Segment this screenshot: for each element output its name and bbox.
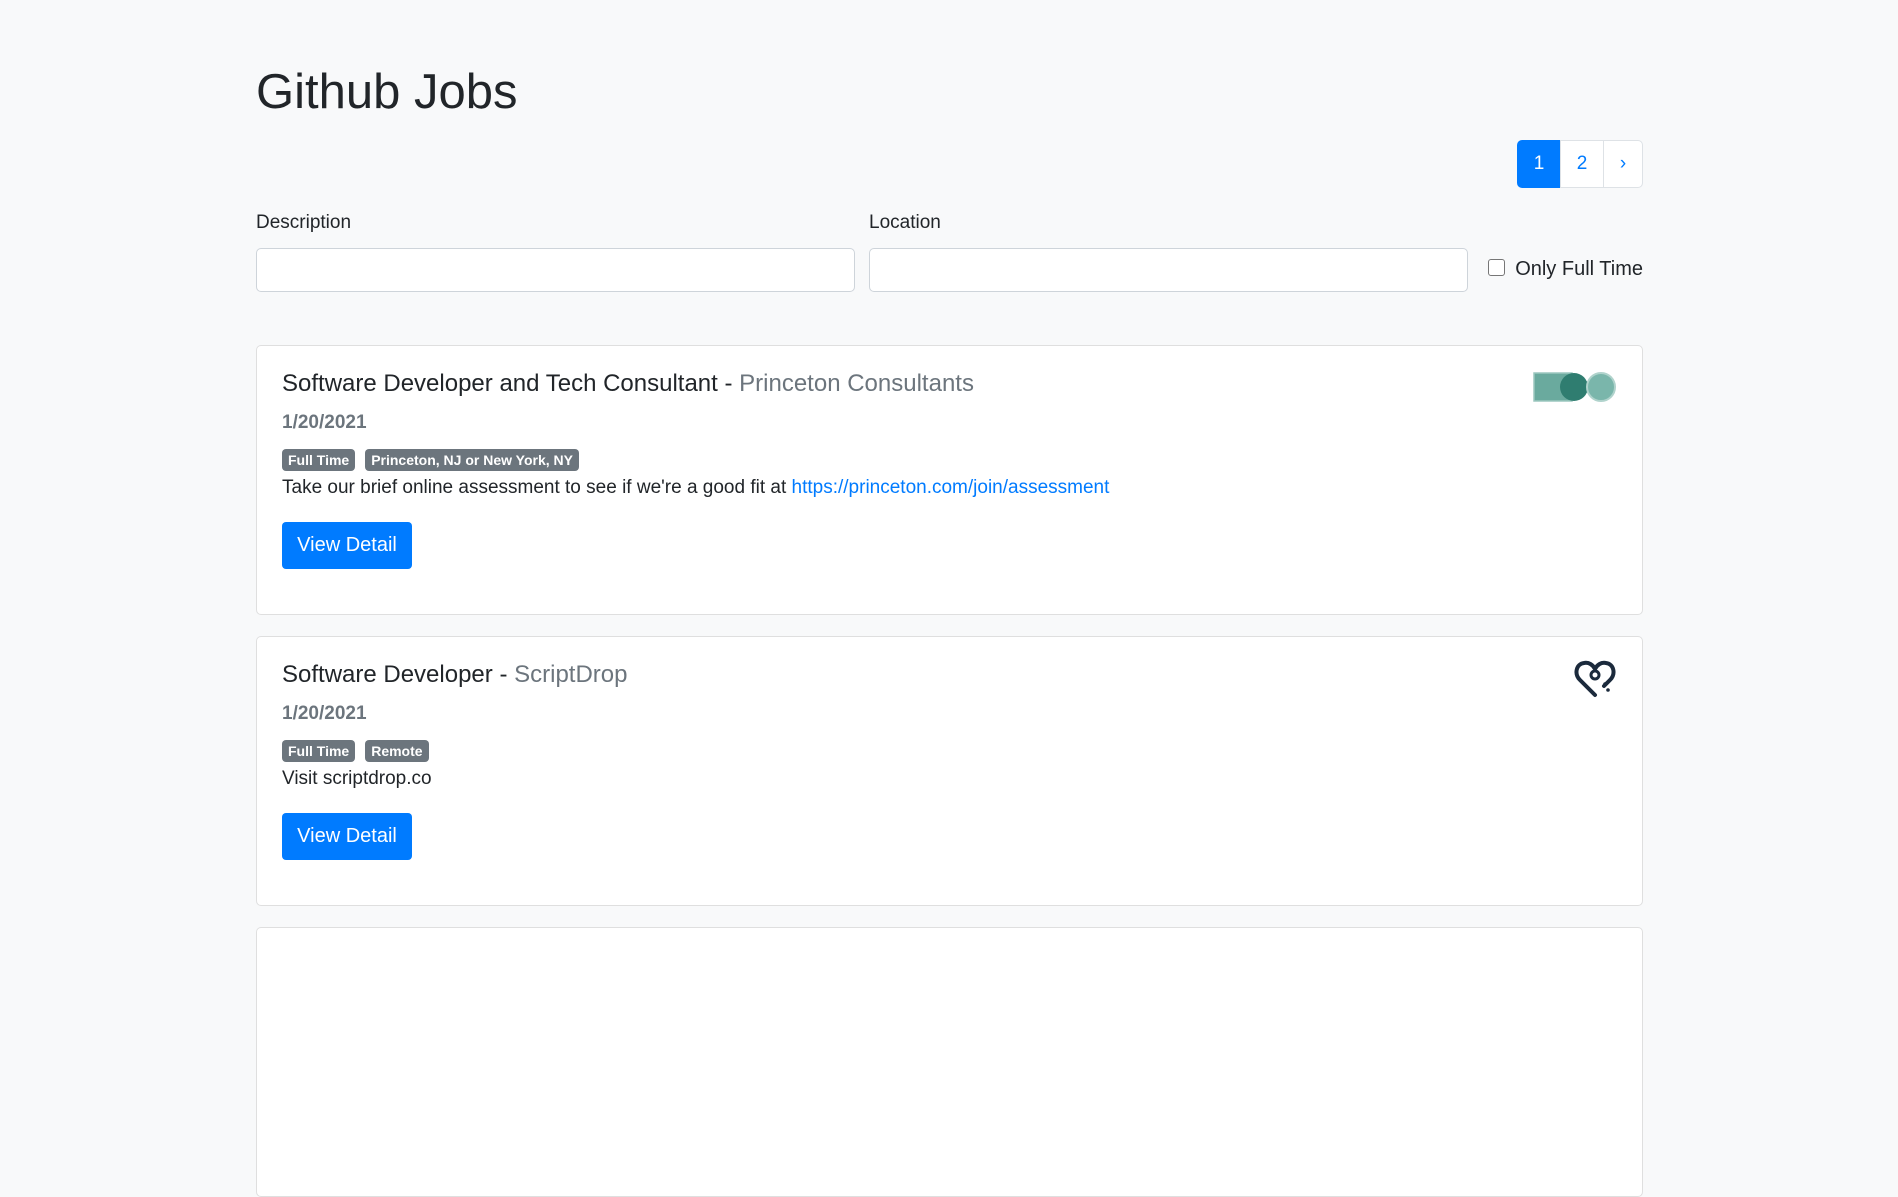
description-label: Description: [256, 212, 352, 233]
company-name: ScriptDrop: [514, 661, 628, 688]
job-card: Software Developer and Tech Consultant -…: [256, 345, 1643, 615]
title-separator: -: [717, 370, 740, 397]
pagination: 1 2 ›: [1517, 140, 1643, 188]
company-name: Princeton Consultants: [739, 370, 974, 397]
full-time-checkbox[interactable]: [1488, 259, 1506, 276]
page-title: Github Jobs: [256, 65, 518, 119]
job-type-badge: Full Time: [282, 740, 356, 762]
view-detail-button[interactable]: View Detail: [282, 522, 412, 569]
job-location-badge: Princeton, NJ or New York, NY: [365, 449, 579, 471]
job-description: Visit scriptdrop.co: [282, 768, 432, 789]
job-description: Take our brief online assessment to see …: [282, 477, 1109, 499]
page-2-button[interactable]: 2: [1560, 140, 1604, 188]
job-title: Software Developer and Tech Consultant -…: [282, 370, 974, 398]
title-separator: -: [492, 661, 515, 688]
full-time-label: Only Full Time: [1515, 258, 1643, 280]
job-card: [256, 927, 1643, 1197]
full-time-filter[interactable]: Only Full Time: [1488, 258, 1643, 281]
description-input[interactable]: [256, 248, 855, 292]
location-input[interactable]: [869, 248, 1468, 292]
scriptdrop-heart-logo-icon: [1574, 659, 1616, 704]
job-location-badge: Remote: [365, 740, 429, 762]
next-page-button[interactable]: ›: [1603, 140, 1643, 188]
job-badges: Full Time Remote: [282, 740, 439, 762]
job-title-text: Software Developer: [282, 661, 493, 688]
job-card: Software Developer - ScriptDrop 1/20/202…: [256, 636, 1643, 906]
job-description-text: Take our brief online assessment to see …: [282, 477, 792, 498]
assessment-link[interactable]: https://princeton.com/join/assessment: [792, 477, 1110, 498]
location-label: Location: [869, 212, 941, 233]
job-title: Software Developer - ScriptDrop: [282, 661, 627, 689]
job-type-badge: Full Time: [282, 449, 356, 471]
job-date: 1/20/2021: [282, 703, 367, 724]
job-title-text: Software Developer and Tech Consultant: [282, 370, 718, 397]
job-badges: Full Time Princeton, NJ or New York, NY: [282, 449, 589, 471]
view-detail-button[interactable]: View Detail: [282, 813, 412, 860]
page-1-button[interactable]: 1: [1517, 140, 1561, 188]
job-date: 1/20/2021: [282, 412, 367, 433]
princeton-consultants-logo-icon: [1533, 372, 1617, 409]
